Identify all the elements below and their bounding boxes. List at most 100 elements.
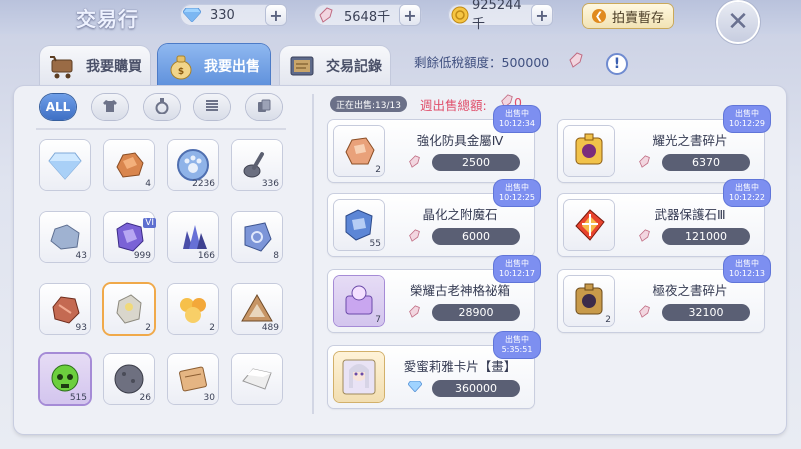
listing-card[interactable]: 7 榮耀古老神格祕箱 28900 出售中 10:12:17 bbox=[328, 256, 540, 332]
inventory-slot[interactable]: 2 bbox=[168, 284, 218, 334]
diamond-icon bbox=[407, 380, 423, 395]
listing-name: 愛蜜莉雅卡片【畫】 bbox=[403, 359, 517, 374]
listing-price: 121000 bbox=[662, 228, 750, 245]
listing-thumbnail bbox=[564, 126, 614, 176]
gold-counter: 925244千 + bbox=[448, 0, 554, 32]
fragment-icon bbox=[638, 229, 651, 245]
fragment-counter: 5648千 + bbox=[314, 4, 422, 26]
listing-card[interactable]: 2 強化防具金屬Ⅳ 2500 出售中 10:12:34 bbox=[328, 106, 540, 182]
listing-card[interactable]: 愛蜜莉雅卡片【畫】 360000 出售中 5:35:51 bbox=[328, 332, 540, 408]
add-fragments-button[interactable]: + bbox=[400, 5, 420, 25]
listing-thumbnail: 2 bbox=[564, 276, 614, 326]
paw-coin-icon bbox=[175, 147, 211, 183]
item-count: 30 bbox=[203, 393, 215, 403]
filter-consumable[interactable] bbox=[144, 94, 180, 120]
inventory-slot[interactable]: 26 bbox=[104, 354, 154, 404]
filter-material[interactable] bbox=[194, 94, 230, 120]
pawn-storage-button[interactable]: ❮ 拍賣暫存 bbox=[583, 4, 673, 28]
tab-sell[interactable]: $ 我要出售 bbox=[158, 44, 270, 88]
inventory-slot[interactable]: 4 bbox=[104, 140, 154, 190]
tab-buy-label: 我要購買 bbox=[86, 59, 142, 75]
sale-timer: 10:12:25 bbox=[499, 193, 535, 202]
sale-status: 出售中 bbox=[735, 109, 759, 118]
tier-badge: VI bbox=[143, 218, 156, 228]
inventory-slot[interactable]: 8 bbox=[232, 212, 282, 262]
item-icon bbox=[570, 206, 608, 244]
diamond-icon bbox=[182, 5, 202, 25]
sale-status: 出售中 bbox=[735, 183, 759, 192]
inventory-slot[interactable] bbox=[232, 354, 282, 404]
close-icon: ✕ bbox=[727, 7, 749, 37]
inventory-slot[interactable]: 2236 bbox=[168, 140, 218, 190]
money-bag-icon: $ bbox=[166, 51, 196, 81]
info-icon[interactable]: ! bbox=[606, 53, 628, 75]
cards-icon bbox=[256, 99, 272, 116]
item-icon bbox=[570, 132, 608, 170]
item-count: 2 bbox=[375, 165, 381, 175]
listing-name: 耀光之書碎片 bbox=[652, 133, 728, 148]
tab-buy[interactable]: 我要購買 bbox=[40, 46, 150, 86]
svg-text:$: $ bbox=[178, 67, 184, 77]
listing-card[interactable]: 武器保護石Ⅲ 121000 出售中 10:12:22 bbox=[558, 180, 770, 256]
fragment-icon bbox=[638, 305, 651, 321]
listing-card[interactable]: 55 晶化之附魔石 6000 出售中 10:12:25 bbox=[328, 180, 540, 256]
inventory-slot[interactable]: 43 bbox=[40, 212, 90, 262]
listing-name: 榮耀古老神格祕箱 bbox=[409, 283, 510, 298]
panel-divider bbox=[312, 94, 314, 414]
inventory-slot[interactable] bbox=[40, 140, 90, 190]
week-sales-label: 週出售總額: bbox=[420, 98, 487, 113]
sale-status: 出售中 bbox=[505, 335, 529, 344]
inventory-slot[interactable]: 515 bbox=[40, 354, 90, 404]
tab-history-label: 交易記錄 bbox=[326, 59, 382, 75]
tab-history[interactable]: 交易記錄 bbox=[280, 46, 390, 86]
listing-thumbnail: 7 bbox=[334, 276, 384, 326]
listing-thumbnail: 55 bbox=[334, 200, 384, 250]
fragment-value: 5648千 bbox=[344, 9, 391, 25]
gem-value: 330 bbox=[210, 7, 235, 23]
listing-price: 6000 bbox=[432, 228, 520, 245]
flower-icon bbox=[175, 291, 211, 327]
ball-icon bbox=[111, 361, 147, 397]
inventory-slot[interactable]: 489 bbox=[232, 284, 282, 334]
filter-card[interactable] bbox=[246, 94, 282, 120]
filter-all[interactable]: ALL bbox=[40, 94, 76, 120]
inventory-slot[interactable]: 30 bbox=[168, 354, 218, 404]
inventory-slot[interactable]: 336 bbox=[232, 140, 282, 190]
potion-icon bbox=[155, 97, 169, 117]
item-count: 2236 bbox=[192, 179, 215, 189]
triangle-icon bbox=[239, 291, 275, 327]
red-ore-icon bbox=[47, 291, 83, 327]
item-count: 4 bbox=[145, 179, 151, 189]
ledger-icon bbox=[288, 51, 318, 81]
listing-card[interactable]: 2 極夜之書碎片 32100 出售中 10:12:13 bbox=[558, 256, 770, 332]
cart-icon bbox=[48, 51, 78, 81]
add-gems-button[interactable]: + bbox=[266, 5, 286, 25]
listing-card[interactable]: 耀光之書碎片 6370 出售中 10:12:29 bbox=[558, 106, 770, 182]
inventory-slot[interactable]: 93 bbox=[40, 284, 90, 334]
item-count: 7 bbox=[375, 315, 381, 325]
item-icon bbox=[570, 282, 608, 320]
slab-icon bbox=[239, 361, 275, 397]
fragment-icon bbox=[408, 229, 421, 245]
inventory-slot[interactable]: 999 VI bbox=[104, 212, 156, 262]
fragment-icon bbox=[638, 155, 651, 171]
listing-price: 6370 bbox=[662, 154, 750, 171]
listing-price: 28900 bbox=[432, 304, 520, 321]
close-button[interactable]: ✕ bbox=[718, 2, 758, 42]
item-count: 93 bbox=[75, 323, 87, 333]
ore-icon bbox=[111, 147, 147, 183]
rock-icon bbox=[47, 219, 83, 255]
inventory-slot[interactable]: 166 bbox=[168, 212, 218, 262]
filter-equipment[interactable] bbox=[92, 94, 128, 120]
inventory-slot[interactable]: 2 bbox=[104, 284, 154, 334]
sale-timer: 5:35:51 bbox=[501, 345, 533, 354]
item-count: 515 bbox=[69, 393, 87, 403]
sale-status-tag: 出售中 10:12:34 bbox=[494, 106, 540, 132]
gold-coin-icon bbox=[450, 5, 470, 25]
item-icon bbox=[340, 358, 378, 396]
item-icon bbox=[340, 282, 378, 320]
add-gold-button[interactable]: + bbox=[532, 5, 552, 25]
item-count: 26 bbox=[139, 393, 151, 403]
back-arrow-icon: ❮ bbox=[591, 9, 606, 23]
sale-timer: 10:12:13 bbox=[729, 269, 765, 278]
